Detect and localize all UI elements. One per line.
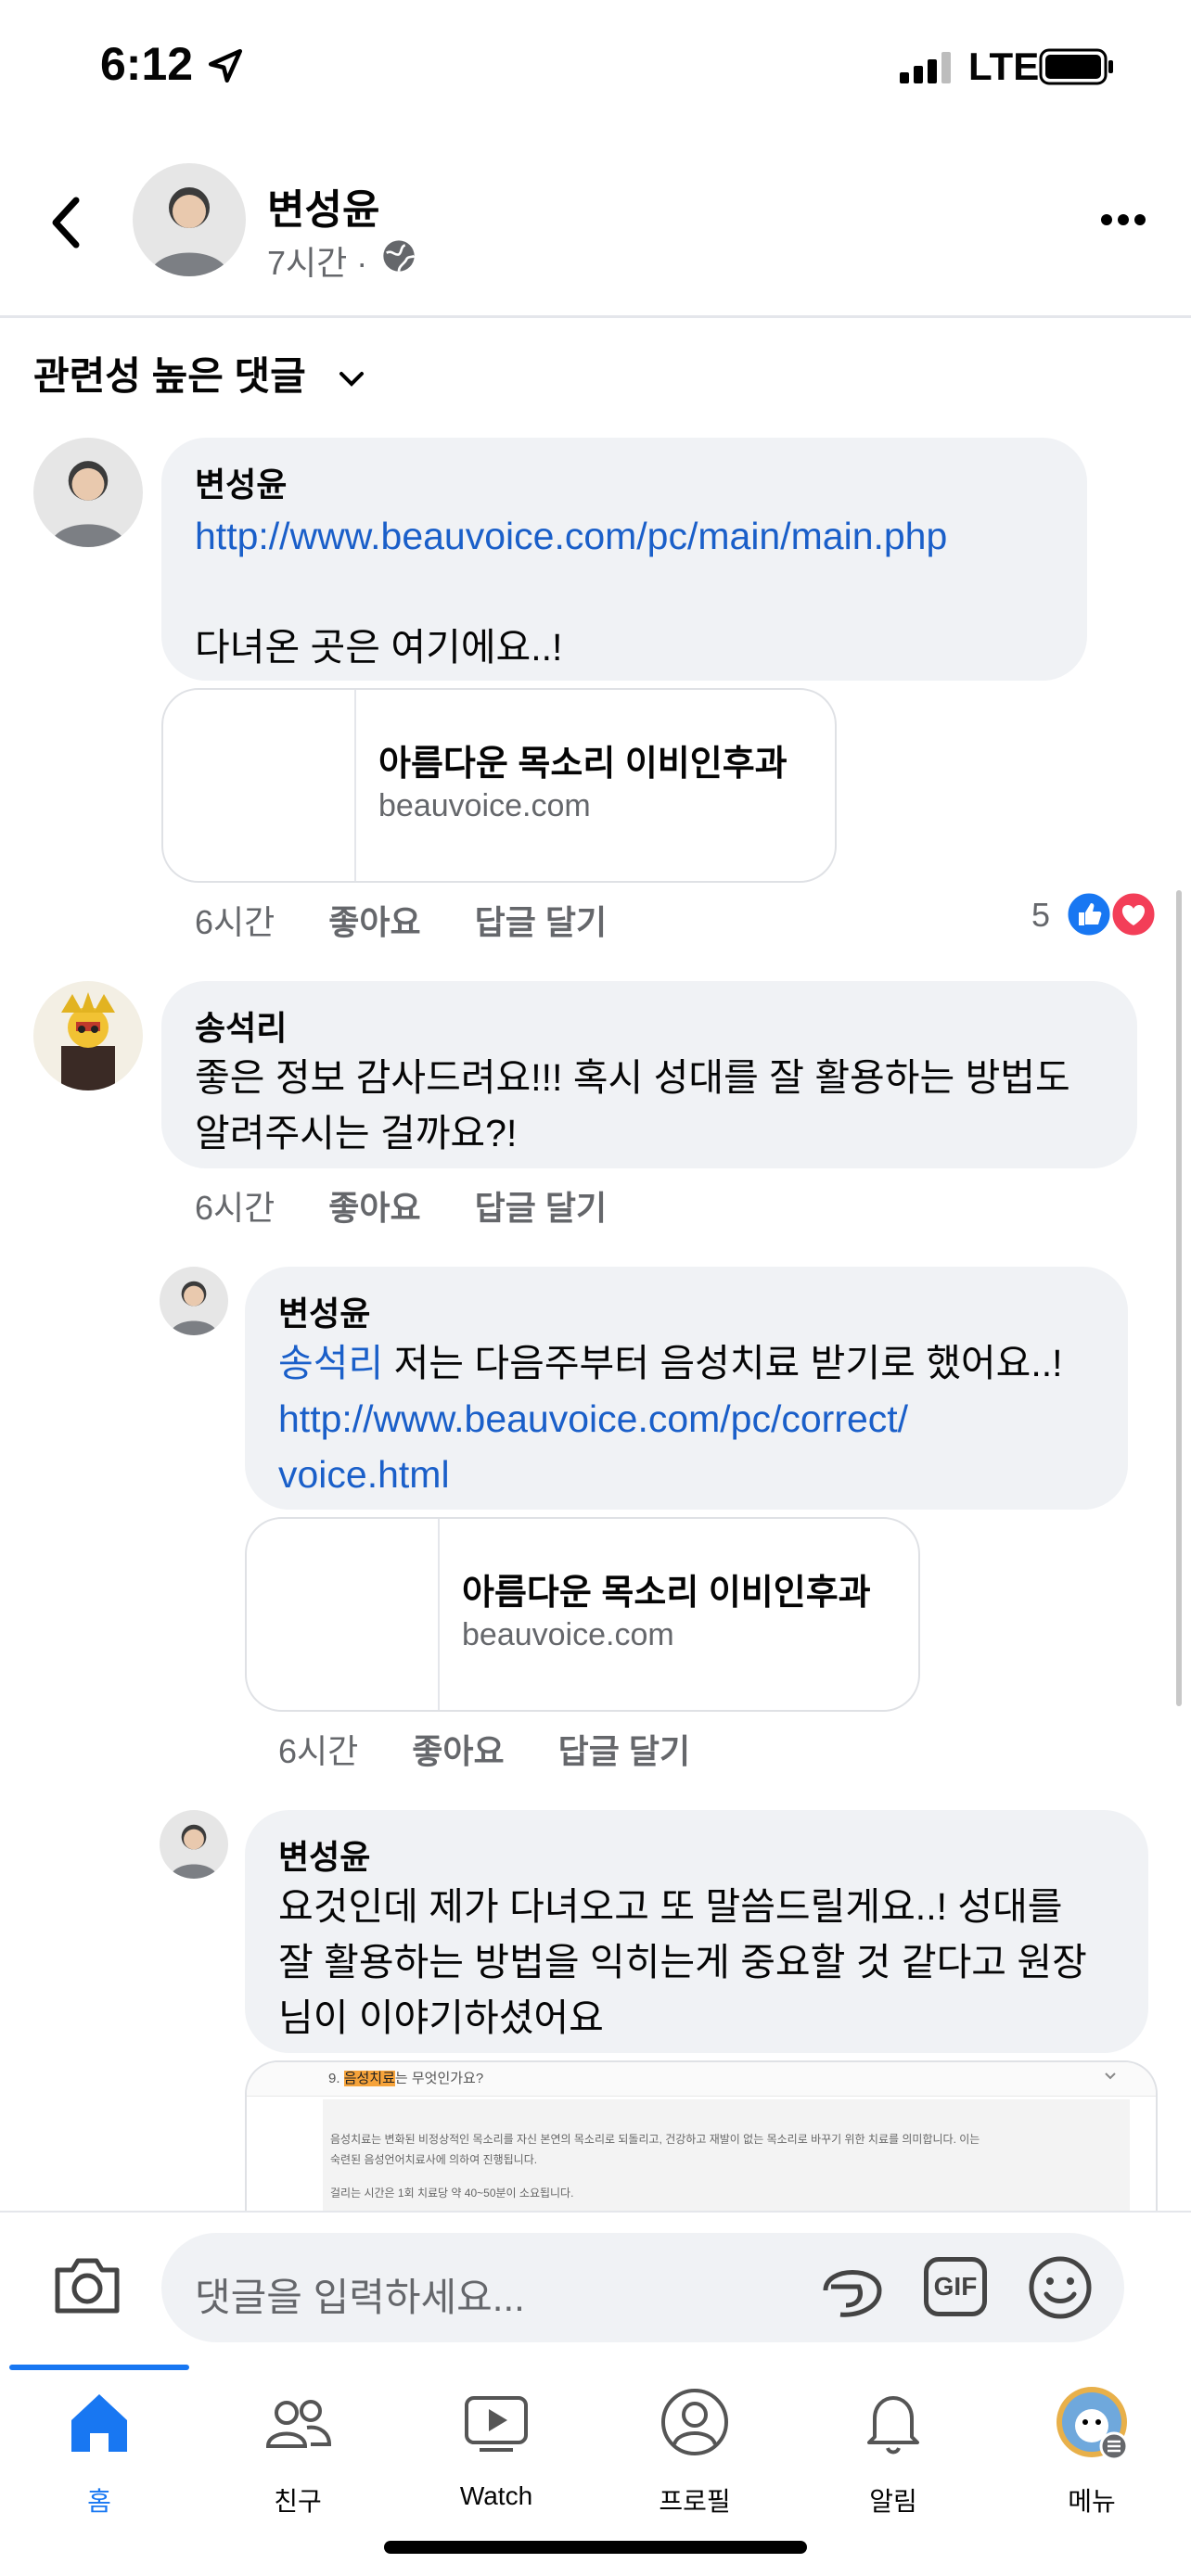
tab-label: 홈 bbox=[87, 2487, 111, 2516]
reply-avatar[interactable] bbox=[160, 1267, 228, 1335]
tab-menu[interactable]: 메뉴 bbox=[992, 2365, 1191, 2550]
friends-icon bbox=[265, 2400, 332, 2448]
mention-link[interactable]: 송석리 bbox=[278, 1342, 383, 1384]
comment-bubble[interactable]: 변성윤 http://www.beauvoice.com/pc/main/mai… bbox=[161, 438, 1087, 681]
like-button[interactable]: 좋아요 bbox=[412, 1732, 504, 1770]
link-preview-thumbnail bbox=[247, 1519, 440, 1710]
tab-label: 프로필 bbox=[659, 2487, 731, 2516]
comment-author[interactable]: 변성윤 bbox=[278, 1830, 1115, 1879]
comment-input-placeholder: 댓글을 입력하세요... bbox=[195, 2276, 525, 2319]
tab-friends[interactable]: 친구 bbox=[198, 2365, 397, 2550]
tab-label: 알림 bbox=[869, 2487, 917, 2516]
reply-avatar[interactable] bbox=[160, 1810, 228, 1879]
reaction-count[interactable]: 5 bbox=[1031, 896, 1050, 935]
status-time: 6:12 bbox=[100, 38, 194, 90]
home-indicator bbox=[384, 2541, 807, 2554]
chevron-down-icon bbox=[1105, 2072, 1116, 2080]
reply-button[interactable]: 답글 달기 bbox=[475, 903, 607, 941]
comment-link[interactable]: voice.html bbox=[278, 1447, 1095, 1502]
image-heading: 9. 음성치료는 무엇인가요? bbox=[328, 2071, 484, 2086]
meta-separator: · bbox=[356, 244, 368, 282]
link-preview-title: 아름다운 목소리 이비인후과 bbox=[462, 1574, 871, 1613]
sort-dropdown[interactable]: 관련성 높은 댓글 bbox=[33, 345, 365, 402]
comment-time: 6시간 bbox=[278, 1732, 359, 1770]
comment-bubble[interactable]: 송석리 좋은 정보 감사드려요!!! 혹시 성대를 잘 활용하는 방법도 알려주… bbox=[161, 981, 1137, 1168]
gif-button[interactable]: GIF bbox=[924, 2257, 987, 2316]
post-time: 7시간 bbox=[267, 244, 348, 282]
link-preview-title: 아름다운 목소리 이비인후과 bbox=[378, 745, 788, 784]
chevron-down-icon bbox=[339, 371, 364, 387]
image-body: 음성치료는 변화된 비정상적인 목소리를 자신 본연의 목소리로 되돌리고, 건… bbox=[330, 2133, 980, 2200]
author-avatar[interactable] bbox=[133, 163, 246, 276]
comment-text-line: 요것인데 제가 다녀오고 또 말씀드릴게요..! 성대를 bbox=[278, 1885, 1063, 1928]
like-reaction-icon bbox=[1065, 890, 1113, 938]
comment-time: 6시간 bbox=[195, 1189, 275, 1227]
link-preview-domain: beauvoice.com bbox=[462, 1617, 674, 1652]
location-arrow-icon bbox=[208, 48, 243, 83]
author-name[interactable]: 변성윤 bbox=[267, 176, 379, 236]
tab-label: Watch bbox=[459, 2481, 533, 2510]
signal-icon bbox=[900, 52, 951, 83]
comment-actions: 6시간 좋아요 답글 달기 bbox=[278, 1725, 735, 1773]
watch-icon bbox=[465, 2396, 528, 2452]
like-button[interactable]: 좋아요 bbox=[328, 903, 420, 941]
comment-actions: 6시간 좋아요 답글 달기 bbox=[195, 896, 651, 944]
comment-text: 다녀온 곳은 여기에요..! bbox=[195, 626, 563, 669]
comment-author[interactable]: 변성윤 bbox=[278, 1287, 1095, 1335]
bell-icon bbox=[867, 2396, 919, 2455]
tab-label: 메뉴 bbox=[1068, 2487, 1116, 2516]
comment-input[interactable]: 댓글을 입력하세요... GIF bbox=[161, 2233, 1124, 2342]
commenter-avatar[interactable] bbox=[33, 438, 143, 547]
comment-text-line: 좋은 정보 감사드려요!!! 혹시 성대를 잘 활용하는 방법도 bbox=[195, 1056, 1070, 1099]
reply-bubble[interactable]: 변성윤 요것인데 제가 다녀오고 또 말씀드릴게요..! 성대를 잘 활용하는 … bbox=[245, 1810, 1148, 2053]
comment-text-line: 알려주시는 걸까요?! bbox=[195, 1112, 518, 1154]
sort-label: 관련성 높은 댓글 bbox=[33, 354, 306, 398]
network-label: LTE bbox=[968, 45, 1040, 88]
comment-link[interactable]: http://www.beauvoice.com/pc/correct/ bbox=[278, 1391, 1095, 1447]
reply-bubble[interactable]: 변성윤 송석리 저는 다음주부터 음성치료 받기로 했어요..! http://… bbox=[245, 1267, 1128, 1510]
comment-author[interactable]: 변성윤 bbox=[195, 458, 1054, 506]
scrollbar[interactable] bbox=[1176, 890, 1182, 1706]
tab-profile[interactable]: 프로필 bbox=[596, 2365, 794, 2550]
menu-icon bbox=[1057, 2387, 1129, 2461]
like-button[interactable]: 좋아요 bbox=[328, 1189, 420, 1227]
post-meta: 7시간 · bbox=[267, 236, 367, 285]
post-header: 변성윤 7시간 · bbox=[0, 148, 1191, 318]
link-preview-thumbnail bbox=[163, 690, 356, 881]
avatar-sticker-icon[interactable] bbox=[818, 2253, 887, 2322]
camera-icon[interactable] bbox=[52, 2255, 122, 2316]
comment-actions: 6시간 좋아요 답글 달기 bbox=[195, 1181, 651, 1230]
comment-author[interactable]: 송석리 bbox=[195, 1001, 1104, 1050]
love-reaction-icon bbox=[1109, 890, 1158, 938]
comment-composer: 댓글을 입력하세요... GIF bbox=[0, 2211, 1191, 2366]
bottom-tab-bar: 홈 친구 Watch 프로필 알림 메뉴 bbox=[0, 2365, 1191, 2576]
battery-icon bbox=[1039, 48, 1113, 85]
comment-link[interactable]: http://www.beauvoice.com/pc/main/main.ph… bbox=[195, 508, 1054, 564]
profile-icon bbox=[661, 2389, 728, 2455]
link-preview-card[interactable]: 아름다운 목소리 이비인후과 beauvoice.com bbox=[245, 1517, 920, 1712]
tab-label: 친구 bbox=[274, 2487, 322, 2516]
back-icon[interactable] bbox=[46, 195, 83, 250]
comment-time: 6시간 bbox=[195, 903, 275, 941]
tab-home[interactable]: 홈 bbox=[0, 2365, 198, 2550]
reply-button[interactable]: 답글 달기 bbox=[558, 1732, 690, 1770]
tab-notifications[interactable]: 알림 bbox=[794, 2365, 992, 2550]
link-preview-card[interactable]: 아름다운 목소리 이비인후과 beauvoice.com bbox=[161, 688, 837, 883]
globe-icon bbox=[383, 240, 416, 272]
reply-button[interactable]: 답글 달기 bbox=[475, 1189, 607, 1227]
comment-text-line: 님이 이야기하셨어요 bbox=[278, 1996, 604, 2039]
comment-text: 저는 다음주부터 음성치료 받기로 했어요..! bbox=[383, 1342, 1063, 1384]
comment-image[interactable]: 9. 음성치료는 무엇인가요? 음성치료는 변화된 비정상적인 목소리를 자신 … bbox=[245, 2060, 1158, 2211]
more-options-icon[interactable] bbox=[1100, 213, 1146, 226]
commenter-avatar[interactable] bbox=[33, 981, 143, 1090]
link-preview-domain: beauvoice.com bbox=[378, 788, 591, 823]
tab-watch[interactable]: Watch bbox=[397, 2365, 596, 2550]
comment-text-line: 잘 활용하는 방법을 익히는게 중요할 것 같다고 원장 bbox=[278, 1941, 1087, 1983]
home-icon bbox=[71, 2394, 127, 2452]
emoji-icon[interactable] bbox=[1026, 2253, 1095, 2322]
